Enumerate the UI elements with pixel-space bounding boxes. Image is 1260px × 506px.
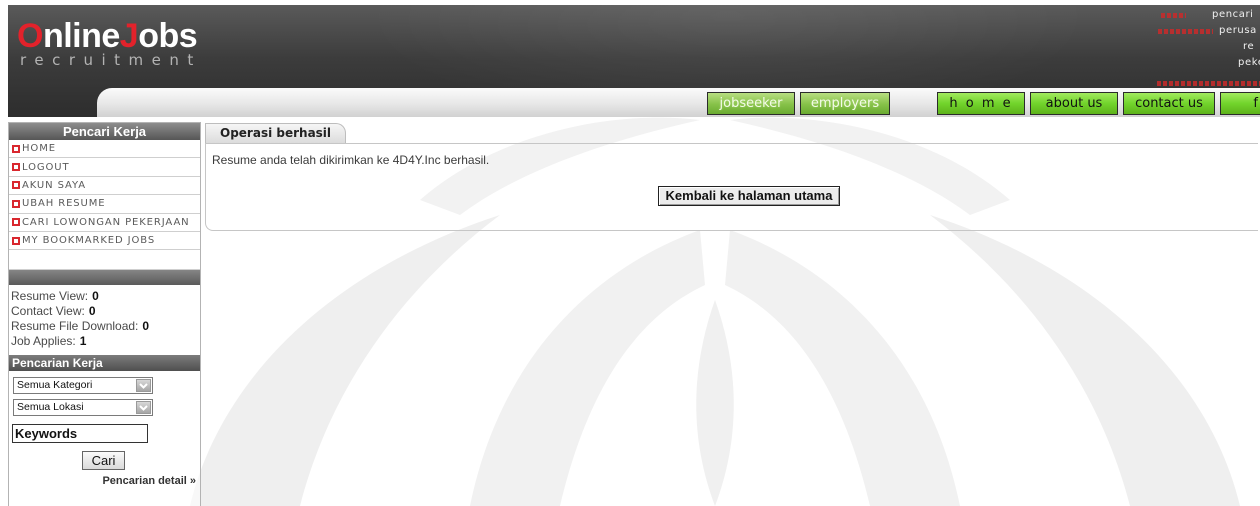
location-select-value: Semua Lokasi [17, 400, 84, 413]
stat-value: 0 [88, 303, 96, 318]
header-corner-text-1: pencari [1212, 9, 1254, 20]
header-red-text-fragment [1158, 29, 1213, 34]
stat-value: 0 [92, 288, 99, 303]
sidebar-item-edit-resume[interactable]: UBAH RESUME [9, 195, 200, 214]
resume-stats: Resume View: 0 Contact View: 0 Resume File… [9, 285, 200, 355]
stat-label: Resume File Download: [11, 318, 139, 333]
nav-employers-button[interactable]: employers [800, 92, 890, 115]
sidebar-item-label: LOGOUT [22, 161, 70, 173]
sidebar-item-label: CARI LOWONGAN PEKERJAAN [22, 216, 190, 228]
job-search-title: Pencarian Kerja [9, 354, 200, 371]
square-bullet-icon [12, 199, 20, 208]
search-submit-button[interactable]: Cari [82, 450, 125, 470]
nav-home-button[interactable]: h o m e [937, 92, 1025, 115]
square-bullet-icon [12, 236, 20, 245]
sidebar-item-search-jobs[interactable]: CARI LOWONGAN PEKERJAAN [9, 214, 200, 232]
chevron-down-icon[interactable] [136, 400, 151, 414]
logo-letter-j: J [119, 17, 139, 55]
stat-value: 0 [142, 318, 150, 333]
keywords-input[interactable] [12, 423, 148, 443]
result-panel: Resume anda telah dikirimkan ke 4D4Y.Inc… [205, 143, 1258, 231]
advanced-search-link[interactable]: Pencarian detail » [102, 475, 196, 488]
sidebar-item-label: MY BOOKMARKED JOBS [22, 235, 156, 247]
logo-tagline: recruitment [20, 51, 202, 69]
stat-label: Job Applies: [11, 333, 76, 348]
watermark-shape [190, 215, 500, 506]
sidebar-spacer-row [9, 250, 200, 270]
stat-label: Contact View: [11, 303, 85, 318]
sidebar-item-logout[interactable]: LOGOUT [9, 158, 200, 177]
logo-letter-o: O [17, 17, 43, 55]
header-corner-text-4: peke [1238, 57, 1260, 68]
watermark-shape [930, 215, 1240, 506]
header-red-text-fragment [1157, 81, 1260, 86]
watermark-shape [696, 300, 734, 506]
square-bullet-icon [12, 163, 20, 172]
logo-text-2: obs [138, 17, 198, 55]
square-bullet-icon [12, 181, 20, 190]
watermark-shape [470, 230, 705, 506]
success-message: Resume anda telah dikirimkan ke 4D4Y.Inc… [212, 153, 490, 167]
tab-operation-success: Operasi berhasil [205, 123, 346, 143]
sidebar-title: Pencari Kerja [9, 123, 200, 140]
chevron-down-icon[interactable] [136, 378, 151, 392]
location-select[interactable]: Semua Lokasi [13, 398, 153, 416]
sidebar-item-label: HOME [22, 143, 56, 155]
sidebar-item-account[interactable]: AKUN SAYA [9, 177, 200, 196]
job-search-form: Semua Kategori Semua Lokasi Cari Pencari… [9, 371, 200, 506]
stat-resume-download: Resume File Download: 0 [11, 319, 200, 334]
nav-more-button[interactable]: f [1220, 92, 1260, 115]
main-nav: jobseeker employers h o m e about us con… [97, 88, 1260, 117]
header-red-text-fragment [1161, 13, 1186, 18]
header-corner-text-2: perusa [1219, 25, 1257, 36]
sidebar-item-label: AKUN SAYA [22, 179, 86, 191]
stat-resume-view: Resume View: 0 [11, 289, 200, 304]
category-select[interactable]: Semua Kategori [13, 376, 153, 394]
logo-text-1: nline [42, 17, 120, 55]
nav-contact-button[interactable]: contact us [1123, 92, 1215, 115]
sidebar-item-label: UBAH RESUME [22, 198, 106, 210]
site-header: OnlineJobs recruitment pencari perusa re… [8, 5, 1260, 117]
stat-label: Resume View: [11, 288, 89, 303]
stat-contact-view: Contact View: 0 [11, 304, 200, 319]
nav-jobseeker-button[interactable]: jobseeker [707, 92, 795, 115]
sidebar-item-bookmarked-jobs[interactable]: MY BOOKMARKED JOBS [9, 232, 200, 251]
square-bullet-icon [12, 218, 20, 227]
site-logo[interactable]: OnlineJobs [17, 17, 198, 55]
sidebar-divider-bar [9, 269, 200, 285]
watermark-shape [725, 230, 960, 506]
square-bullet-icon [12, 144, 20, 153]
nav-about-button[interactable]: about us [1030, 92, 1118, 115]
stat-job-applies: Job Applies: 1 [11, 334, 200, 349]
category-select-value: Semua Kategori [17, 378, 93, 391]
stat-value: 1 [79, 333, 87, 348]
back-to-home-button[interactable]: Kembali ke halaman utama [658, 186, 840, 206]
sidebar-item-home[interactable]: HOME [9, 140, 200, 159]
header-corner-text-3: re [1243, 41, 1255, 52]
sidebar: Pencari Kerja HOME LOGOUT AKUN SAYA UBAH… [8, 122, 201, 506]
